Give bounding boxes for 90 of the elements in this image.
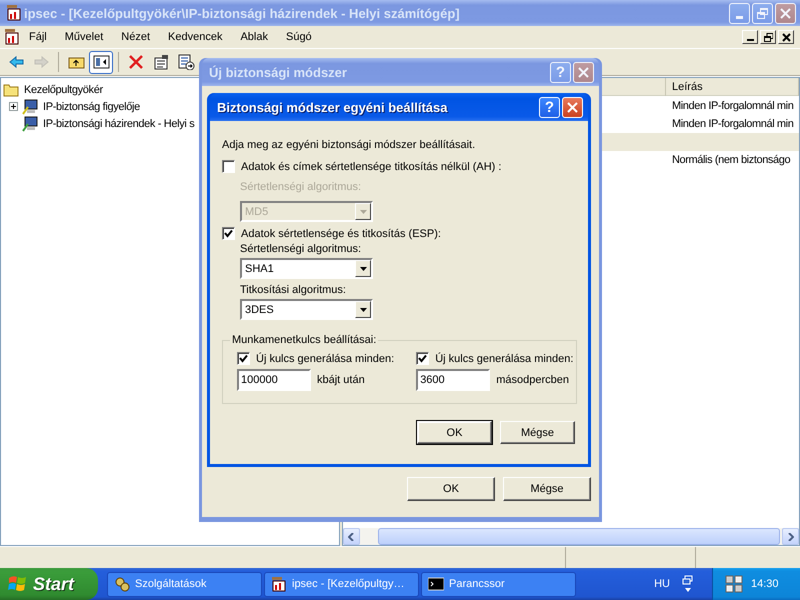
- expand-icon[interactable]: [9, 102, 18, 111]
- checkmark-icon: [224, 229, 233, 238]
- menu-item[interactable]: Művelet: [56, 29, 112, 45]
- windows-logo-icon: [8, 575, 28, 593]
- computer-icon: [22, 116, 38, 132]
- document-close-button[interactable]: [778, 30, 794, 44]
- dropdown[interactable]: 3DES: [240, 299, 373, 320]
- clock: 14:30: [751, 578, 779, 590]
- close-button[interactable]: [775, 2, 796, 24]
- toolbox-icon: [6, 5, 22, 21]
- gears-icon: [114, 576, 130, 592]
- start-button[interactable]: Start: [0, 568, 98, 600]
- export-list-icon: [178, 54, 194, 70]
- toolbox-icon: [4, 29, 20, 45]
- field-label: Sértetlenségi algoritmus:: [240, 181, 362, 193]
- properties-icon: [152, 54, 170, 70]
- menu-item[interactable]: Kedvencek: [159, 29, 232, 45]
- windows-stack-icon: [682, 575, 694, 593]
- minimize-icon: [746, 39, 754, 41]
- checkmark-icon: [239, 354, 248, 363]
- checkbox-label: Adatok sértetlensége és titkosítás (ESP):: [241, 228, 441, 240]
- scroll-right-button[interactable]: [782, 528, 799, 545]
- close-icon: [578, 66, 589, 78]
- restore-icon: [764, 32, 772, 42]
- folder-icon: [3, 82, 19, 98]
- delete-x-icon: [128, 54, 144, 70]
- tree-item[interactable]: IP-biztonság figyelője: [42, 100, 141, 112]
- document-minimize-button[interactable]: [742, 30, 758, 44]
- input-field[interactable]: 100000: [237, 369, 311, 391]
- plus-icon: [10, 103, 17, 110]
- dropdown-arrow-icon: [360, 266, 366, 270]
- tree-item[interactable]: IP-biztonsági házirendek - Helyi s: [42, 118, 196, 130]
- menu-item[interactable]: Súgó: [276, 29, 321, 45]
- dialog-button[interactable]: OK: [417, 421, 492, 444]
- language-indicator[interactable]: HU: [654, 578, 670, 590]
- input-field[interactable]: 3600: [416, 369, 490, 391]
- document-restore-button[interactable]: [760, 30, 776, 44]
- forward-arrow-icon: [32, 54, 50, 70]
- scroll-left-button[interactable]: [343, 528, 360, 545]
- dropdown-arrow-icon: [360, 210, 366, 214]
- close-icon: [782, 32, 790, 42]
- table-cell: Normális (nem biztonságo: [672, 154, 790, 166]
- restore-icon: [757, 8, 768, 18]
- dropdown-arrow-icon: [360, 308, 366, 312]
- scrollbar-thumb[interactable]: [378, 528, 780, 545]
- checkmark-icon: [418, 354, 428, 363]
- chart-icon: [271, 576, 287, 592]
- back-arrow-icon: [8, 54, 24, 70]
- checkbox[interactable]: [222, 160, 235, 173]
- left-chevron-icon: [348, 532, 354, 540]
- tree-item[interactable]: Kezelőpultgyökér: [23, 84, 104, 96]
- dialog-button[interactable]: OK: [407, 477, 495, 501]
- dialog-button[interactable]: Mégse: [503, 477, 591, 501]
- taskbar-button[interactable]: Parancssor: [421, 572, 576, 596]
- checkbox[interactable]: [237, 352, 250, 365]
- close-button[interactable]: [562, 96, 583, 118]
- unit-label: kbájt után: [317, 374, 365, 386]
- dialog-button[interactable]: Mégse: [500, 421, 575, 444]
- tray-grid-icon: [725, 575, 743, 593]
- dropdown[interactable]: SHA1: [240, 258, 373, 279]
- menu-item[interactable]: Nézet: [112, 29, 160, 45]
- checkbox-label: Új kulcs generálása minden:: [256, 352, 394, 364]
- toolbar-button[interactable]: [89, 50, 113, 74]
- checkbox-label: Új kulcs generálása minden:: [435, 352, 574, 364]
- table-cell: Minden IP-forgalomnál min: [672, 118, 794, 130]
- field-label: Sértetlenségi algoritmus:: [240, 243, 362, 255]
- panes-icon: [92, 54, 110, 70]
- menu-item[interactable]: Fájl: [20, 29, 56, 45]
- computer-icon: [22, 98, 38, 114]
- checkbox-label: Adatok és címek sértetlensége titkosítás nélkül (AH) :: [241, 160, 502, 172]
- dialog-title: Új biztonsági módszer: [209, 64, 348, 80]
- checkbox[interactable]: [222, 227, 235, 240]
- dialog-title: Biztonsági módszer egyéni beállítása: [217, 100, 448, 114]
- instruction-text: Adja meg az egyéni biztonsági módszer beállításait.: [222, 139, 476, 151]
- group-title: Munkamenetkulcs beállításai:: [231, 334, 378, 346]
- window-title: ipsec - [Kezelőpultgyökér\IP-biztonsági házirendek - Helyi számítógép]: [24, 6, 461, 20]
- menu-item[interactable]: Ablak: [231, 29, 277, 45]
- table-cell: Minden IP-forgalomnál min: [672, 100, 794, 112]
- checkbox[interactable]: [416, 352, 430, 365]
- close-icon: [567, 102, 578, 112]
- terminal-icon: [428, 576, 444, 592]
- close-icon: [780, 8, 791, 18]
- minimize-icon: [736, 16, 743, 18]
- field-label: Titkosítási algoritmus:: [240, 284, 347, 296]
- taskbar-button[interactable]: Szolgáltatások: [107, 572, 262, 596]
- unit-label: másodpercben: [496, 374, 569, 386]
- close-button[interactable]: [573, 62, 594, 82]
- help-button[interactable]: ?: [539, 96, 560, 118]
- right-chevron-icon: [788, 532, 794, 540]
- taskbar-button[interactable]: ipsec - [Kezelőpultgy…: [264, 572, 419, 596]
